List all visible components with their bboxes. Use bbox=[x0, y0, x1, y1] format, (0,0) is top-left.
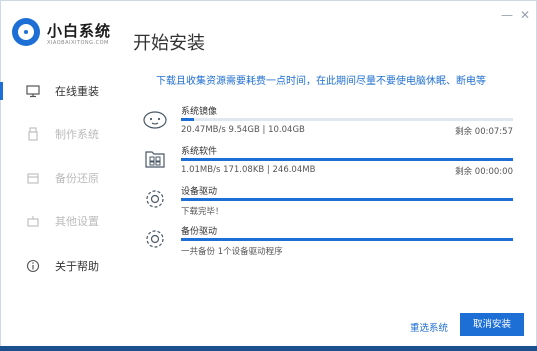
progress-track bbox=[181, 118, 513, 121]
task-name: 备份驱动 bbox=[181, 227, 218, 237]
task-stats: 1.01MB/s 171.08KB | 246.04MB bbox=[181, 165, 316, 175]
sidebar-item-about-help[interactable]: 关于帮助 bbox=[0, 251, 120, 281]
backup-icon bbox=[26, 171, 40, 185]
notice-text: 下载且收集资源需要耗费一点时间，在此期间尽量不要使电脑休眠、断电等 bbox=[156, 76, 486, 87]
page-title: 开始安装 bbox=[133, 33, 205, 54]
apps-icon bbox=[142, 146, 168, 172]
cancel-install-button[interactable]: 取消安装 bbox=[460, 313, 524, 336]
sidebar-item-other-settings[interactable]: 其他设置 bbox=[0, 206, 120, 236]
brand-subtitle: XIAOBAIXITONG.COM bbox=[47, 40, 109, 46]
sidebar-item-backup-restore[interactable]: 备份还原 bbox=[0, 163, 120, 193]
reselect-system-button[interactable]: 重选系统 bbox=[410, 320, 448, 334]
monitor-icon bbox=[26, 84, 40, 98]
sidebar-item-label: 在线重装 bbox=[55, 85, 99, 98]
gear-icon bbox=[142, 186, 168, 212]
info-icon bbox=[26, 259, 40, 273]
sidebar-item-label: 制作系统 bbox=[55, 128, 99, 141]
task-stats: 20.47MB/s 9.54GB | 10.04GB bbox=[181, 125, 305, 135]
sidebar: 在线重装 制作系统 备份还原 其他设置 关于帮助 bbox=[0, 65, 120, 295]
gear-icon bbox=[142, 226, 168, 252]
progress-track bbox=[181, 158, 513, 161]
brand-name: 小白系统 bbox=[47, 22, 112, 40]
task-name: 系统镜像 bbox=[181, 107, 218, 117]
task-name: 系统软件 bbox=[181, 147, 218, 157]
cloud-face-icon bbox=[142, 106, 168, 132]
sidebar-item-label: 备份还原 bbox=[55, 172, 99, 185]
task-backup-drivers: 备份驱动 一共备份 1个设备驱动程序 bbox=[142, 224, 522, 260]
progress-track bbox=[181, 198, 513, 201]
task-remaining: 剩余 00:07:57 bbox=[455, 127, 513, 137]
close-button[interactable]: ✕ bbox=[520, 8, 530, 22]
minimize-button[interactable]: — bbox=[501, 8, 513, 22]
title-bar: 小白系统 XIAOBAIXITONG.COM 开始安装 — ✕ bbox=[0, 0, 537, 62]
progress-fill bbox=[181, 118, 195, 121]
task-name: 设备驱动 bbox=[181, 187, 218, 197]
task-system-software: 系统软件 1.01MB/s 171.08KB | 246.04MB 剩余 00:… bbox=[142, 144, 522, 180]
sidebar-item-label: 关于帮助 bbox=[55, 260, 99, 273]
usb-icon bbox=[26, 127, 40, 141]
task-remaining: 剩余 00:00:00 bbox=[455, 167, 513, 177]
active-indicator bbox=[0, 82, 3, 100]
sidebar-item-label: 其他设置 bbox=[55, 215, 99, 228]
progress-fill bbox=[181, 198, 513, 201]
settings-icon bbox=[26, 214, 40, 228]
logo-icon bbox=[12, 18, 40, 46]
task-device-drivers: 设备驱动 下载完毕！ bbox=[142, 184, 522, 220]
progress-track bbox=[181, 238, 513, 241]
sidebar-item-make-system[interactable]: 制作系统 bbox=[0, 119, 120, 149]
sidebar-item-online-reinstall[interactable]: 在线重装 bbox=[0, 76, 120, 106]
task-stats: 下载完毕！ bbox=[181, 207, 224, 217]
progress-fill bbox=[181, 158, 513, 161]
progress-fill bbox=[181, 238, 513, 241]
taskbar-strip bbox=[0, 346, 537, 351]
task-stats: 一共备份 1个设备驱动程序 bbox=[181, 247, 283, 257]
task-system-image: 系统镜像 20.47MB/s 9.54GB | 10.04GB 剩余 00:07… bbox=[142, 104, 522, 140]
